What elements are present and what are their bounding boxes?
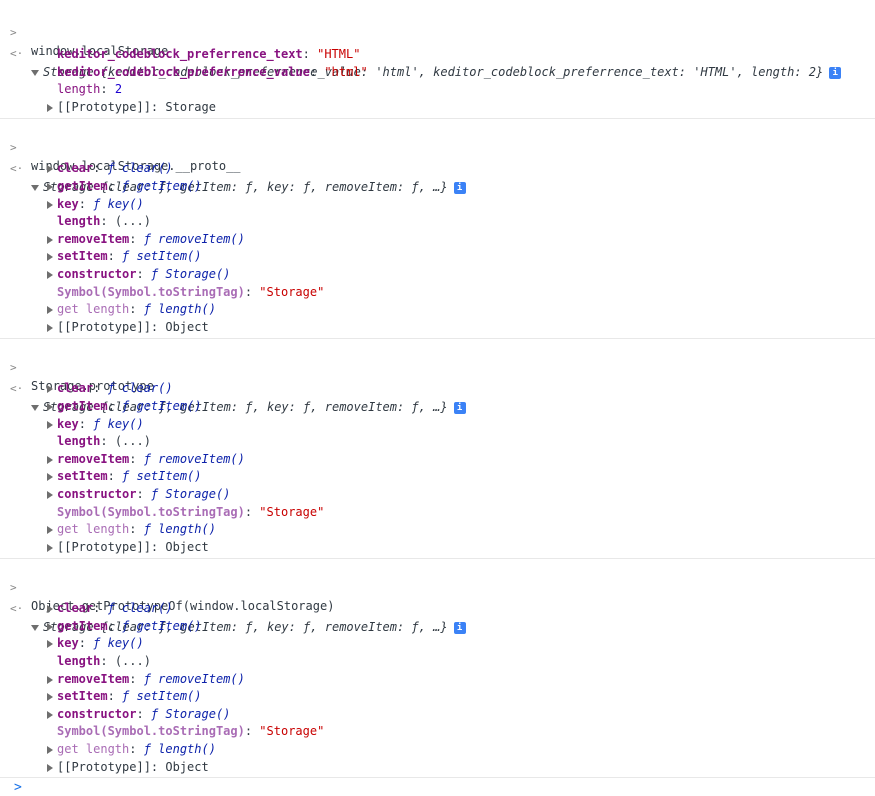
property-row[interactable]: removeItem: ƒ removeItem()	[47, 450, 245, 468]
property-row[interactable]: setItem: ƒ setItem()	[47, 467, 202, 485]
console-entry: > window.localStorage <· Storage {kedito…	[0, 0, 875, 119]
console-input-line[interactable]: > window.localStorage	[0, 6, 875, 58]
console-input-line[interactable]: > Storage.prototype	[0, 341, 875, 393]
console-entry: > Storage.prototype <· Storage {clear: ƒ…	[0, 339, 875, 559]
property-row: length: 2	[57, 82, 123, 96]
expand-triangle-icon[interactable]	[47, 270, 53, 279]
property-row[interactable]: get length: ƒ length()	[47, 740, 216, 758]
expand-triangle-icon[interactable]	[47, 763, 53, 772]
property-row[interactable]: length: (...)	[57, 432, 151, 450]
expand-triangle-icon[interactable]	[47, 420, 53, 429]
property-row[interactable]: clear: ƒ clear()	[47, 599, 173, 617]
expand-triangle-icon[interactable]	[47, 472, 53, 481]
expand-triangle-icon[interactable]	[47, 490, 53, 499]
expand-triangle-icon[interactable]	[47, 305, 53, 314]
expand-triangle-icon[interactable]	[47, 639, 53, 648]
expand-triangle-icon[interactable]	[47, 675, 53, 684]
property-row[interactable]: get length: ƒ length()	[47, 300, 216, 318]
console-entry: > Object.getPrototypeOf(window.localStor…	[0, 559, 875, 778]
property-key: length	[57, 82, 101, 96]
expand-triangle-icon[interactable]	[31, 624, 39, 631]
property-row[interactable]: get length: ƒ length()	[47, 520, 216, 538]
property-row[interactable]: removeItem: ƒ removeItem()	[47, 230, 245, 248]
property-value: "html"	[324, 65, 368, 79]
expand-triangle-icon[interactable]	[47, 402, 53, 411]
property-row: Symbol(Symbol.toStringTag): "Storage"	[57, 285, 325, 299]
expand-triangle-icon[interactable]	[47, 103, 53, 112]
expand-triangle-icon[interactable]	[47, 455, 53, 464]
property-row[interactable]: clear: ƒ clear()	[47, 379, 173, 397]
property-row[interactable]: getItem: ƒ getItem()	[47, 397, 202, 415]
return-arrow-icon: <·	[10, 602, 24, 615]
property-row[interactable]: getItem: ƒ getItem()	[47, 617, 202, 635]
property-row: Symbol(Symbol.toStringTag): "Storage"	[57, 505, 325, 519]
property-row[interactable]: constructor: ƒ Storage()	[47, 485, 230, 503]
expand-triangle-icon[interactable]	[47, 622, 53, 631]
property-row[interactable]: setItem: ƒ setItem()	[47, 687, 202, 705]
property-row[interactable]: key: ƒ key()	[47, 195, 144, 213]
expand-triangle-icon[interactable]	[47, 710, 53, 719]
console-output-summary[interactable]: <· Storage {clear: ƒ, getItem: ƒ, key: ƒ…	[0, 142, 875, 194]
property-row[interactable]: constructor: ƒ Storage()	[47, 265, 230, 283]
expand-triangle-icon[interactable]	[47, 604, 53, 613]
console-output-summary[interactable]: <· Storage {keditor_codeblock_preferrenc…	[0, 27, 875, 79]
expand-triangle-icon[interactable]	[47, 543, 53, 552]
property-row[interactable]: clear: ƒ clear()	[47, 159, 173, 177]
property-row[interactable]: key: ƒ key()	[47, 415, 144, 433]
property-row[interactable]: removeItem: ƒ removeItem()	[47, 670, 245, 688]
console-entry: > window.localStorage.__proto__ <· Stora…	[0, 119, 875, 339]
expand-triangle-icon[interactable]	[47, 323, 53, 332]
property-row-prototype[interactable]: [[Prototype]]: Storage	[47, 98, 216, 116]
property-row[interactable]: length: (...)	[57, 212, 151, 230]
expand-triangle-icon[interactable]	[47, 252, 53, 261]
return-arrow-icon: <·	[10, 47, 24, 60]
property-value: 2	[114, 82, 123, 96]
property-row[interactable]: setItem: ƒ setItem()	[47, 247, 202, 265]
return-arrow-icon: <·	[10, 382, 24, 395]
info-icon[interactable]: i	[453, 181, 466, 194]
property-row: keditor_codeblock_preferrence_value: "ht…	[57, 65, 368, 79]
property-value: Storage	[165, 100, 216, 114]
expand-triangle-icon[interactable]	[47, 384, 53, 393]
expand-triangle-icon[interactable]	[47, 182, 53, 191]
console-output-summary[interactable]: <· Storage {clear: ƒ, getItem: ƒ, key: ƒ…	[0, 582, 875, 634]
expand-triangle-icon[interactable]	[31, 69, 39, 76]
console-output-summary[interactable]: <· Storage {clear: ƒ, getItem: ƒ, key: ƒ…	[0, 362, 875, 414]
expand-triangle-icon[interactable]	[47, 235, 53, 244]
expand-triangle-icon[interactable]	[47, 692, 53, 701]
console-input-line[interactable]: > window.localStorage.__proto__	[0, 121, 875, 173]
return-arrow-icon: <·	[10, 162, 24, 175]
property-value: "HTML"	[317, 47, 361, 61]
property-row: Symbol(Symbol.toStringTag): "Storage"	[57, 724, 325, 738]
property-row-prototype[interactable]: [[Prototype]]: Object	[47, 758, 209, 776]
property-row[interactable]: key: ƒ key()	[47, 634, 144, 652]
info-icon[interactable]: i	[453, 401, 466, 414]
expand-triangle-icon[interactable]	[47, 745, 53, 754]
property-row[interactable]: getItem: ƒ getItem()	[47, 177, 202, 195]
expand-triangle-icon[interactable]	[47, 200, 53, 209]
property-row-prototype[interactable]: [[Prototype]]: Object	[47, 318, 209, 336]
property-key: keditor_codeblock_preferrence_value	[57, 65, 310, 79]
property-row[interactable]: constructor: ƒ Storage()	[47, 705, 230, 723]
property-row[interactable]: length: (...)	[57, 652, 151, 670]
property-row-prototype[interactable]: [[Prototype]]: Object	[47, 538, 209, 556]
expand-triangle-icon[interactable]	[31, 184, 39, 191]
property-row: keditor_codeblock_preferrence_text: "HTM…	[57, 47, 361, 61]
console-input-line[interactable]: > Object.getPrototypeOf(window.localStor…	[0, 561, 875, 613]
expand-triangle-icon[interactable]	[47, 525, 53, 534]
property-key: [[Prototype]]	[57, 100, 151, 114]
info-icon[interactable]: i	[453, 621, 466, 634]
console-prompt[interactable]: >	[14, 780, 22, 795]
property-key: keditor_codeblock_preferrence_text	[57, 47, 303, 61]
expand-triangle-icon[interactable]	[47, 164, 53, 173]
expand-triangle-icon[interactable]	[31, 404, 39, 411]
info-icon[interactable]: i	[829, 66, 842, 79]
